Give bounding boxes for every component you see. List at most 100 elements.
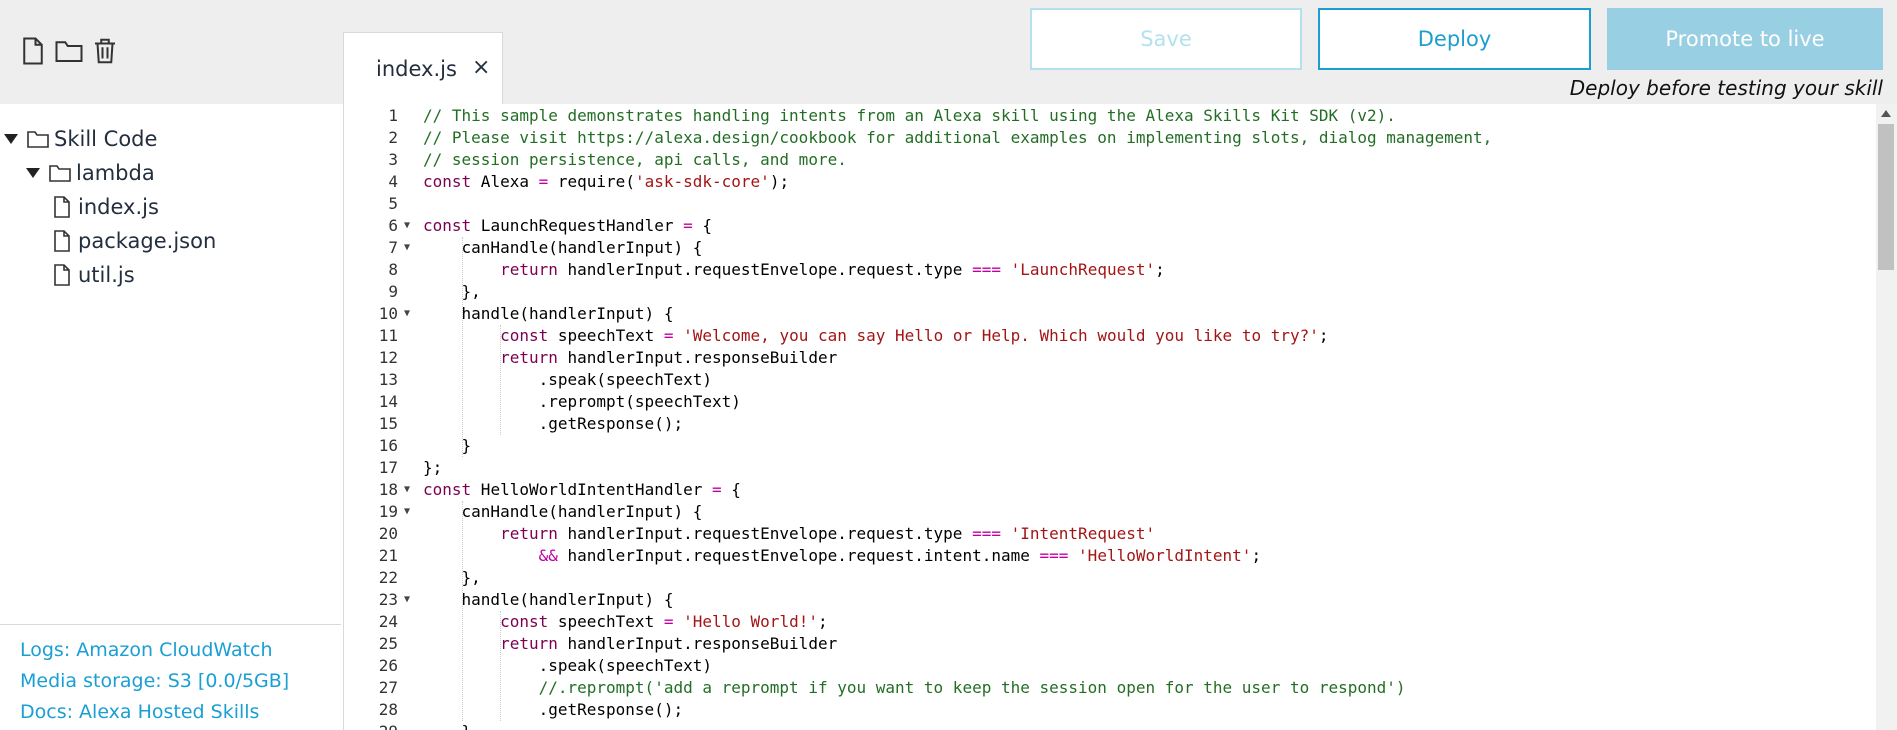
code-text: .speak(speechText) <box>423 370 712 389</box>
indent-guide <box>461 237 463 457</box>
fold-arrow-icon[interactable]: ▼ <box>404 237 410 259</box>
line-number: 18 <box>378 480 398 499</box>
expand-arrow-icon[interactable] <box>4 134 18 144</box>
line-number: 3 <box>388 150 398 169</box>
line-number: 12 <box>378 348 398 367</box>
sidebar-links: Logs: Amazon CloudWatch Media storage: S… <box>0 624 341 728</box>
line-number: 19 <box>378 502 398 521</box>
code-text: return handlerInput.requestEnvelope.requ… <box>500 524 1156 543</box>
code-editor[interactable]: 1 // This sample demonstrates handling in… <box>343 104 1877 730</box>
line-number: 25 <box>378 634 398 653</box>
code-text: //.reprompt('add a reprompt if you want … <box>538 678 1406 697</box>
media-storage-link[interactable]: Media storage: S3 [0.0/5GB] <box>20 666 341 697</box>
fold-arrow-icon[interactable]: ▼ <box>404 215 410 237</box>
save-button[interactable]: Save <box>1030 8 1302 70</box>
file-explorer: Skill Code lambda index.js package.json … <box>0 0 341 730</box>
line-number: 24 <box>378 612 398 631</box>
code-text: return handlerInput.requestEnvelope.requ… <box>500 260 1165 279</box>
deploy-button[interactable]: Deploy <box>1318 8 1591 70</box>
file-icon <box>54 196 70 218</box>
code-text: const speechText = 'Hello World!'; <box>500 612 828 631</box>
tree-item-label: util.js <box>78 263 135 287</box>
docs-link[interactable]: Docs: Alexa Hosted Skills <box>20 697 341 728</box>
line-number: 10 <box>378 304 398 323</box>
code-text: const HelloWorldIntentHandler = { <box>423 480 741 499</box>
fold-arrow-icon[interactable]: ▼ <box>404 589 410 611</box>
code-text: const LaunchRequestHandler = { <box>423 216 712 235</box>
tree-item-package-json[interactable]: package.json <box>50 224 216 258</box>
code-text: // Please visit https://alexa.design/coo… <box>423 128 1493 147</box>
line-number: 14 <box>378 392 398 411</box>
code-text: && handlerInput.requestEnvelope.request.… <box>538 546 1262 565</box>
line-number: 4 <box>388 172 398 191</box>
code-text: canHandle(handlerInput) { <box>423 502 703 521</box>
tree-item-label: package.json <box>78 229 217 253</box>
cloudwatch-logs-link[interactable]: Logs: Amazon CloudWatch <box>20 635 341 666</box>
tab-index-js[interactable]: index.js × <box>343 32 503 104</box>
line-number: 7 <box>388 238 398 257</box>
line-number: 8 <box>388 260 398 279</box>
code-text: // This sample demonstrates handling int… <box>423 106 1396 125</box>
tree-item-lambda[interactable]: lambda <box>26 156 155 190</box>
new-folder-icon[interactable] <box>54 36 84 66</box>
code-text: } <box>423 436 472 455</box>
scroll-thumb[interactable] <box>1878 124 1894 270</box>
code-text: canHandle(handlerInput) { <box>423 238 703 257</box>
line-number: 26 <box>378 656 398 675</box>
file-icon <box>54 264 70 286</box>
new-file-icon[interactable] <box>18 36 48 66</box>
line-number: 15 <box>378 414 398 433</box>
close-tab-icon[interactable]: × <box>472 55 490 80</box>
file-actions-bar <box>0 0 341 104</box>
tab-label: index.js <box>376 57 457 81</box>
code-text: const Alexa = require('ask-sdk-core'); <box>423 172 790 191</box>
code-text: // session persistence, api calls, and m… <box>423 150 847 169</box>
fold-arrow-icon[interactable]: ▼ <box>404 479 410 501</box>
indent-guide <box>500 611 502 721</box>
tree-item-index-js[interactable]: index.js <box>50 190 159 224</box>
trash-icon[interactable] <box>90 36 120 66</box>
code-text: }, <box>423 568 481 587</box>
code-text: }, <box>423 282 481 301</box>
tree-item-util-js[interactable]: util.js <box>50 258 135 292</box>
indent-guide <box>500 325 502 435</box>
tree-item-label: index.js <box>78 195 159 219</box>
line-number: 11 <box>378 326 398 345</box>
deploy-note: Deploy before testing your skill <box>1569 76 1883 100</box>
expand-arrow-icon[interactable] <box>26 168 40 178</box>
tree-item-label: lambda <box>76 161 155 185</box>
line-number: 29 <box>344 721 398 730</box>
line-number: 22 <box>378 568 398 587</box>
folder-icon <box>27 131 49 148</box>
line-number: 17 <box>378 458 398 477</box>
promote-to-live-button[interactable]: Promote to live <box>1607 8 1883 70</box>
code-text: .reprompt(speechText) <box>423 392 741 411</box>
line-number: 16 <box>378 436 398 455</box>
file-icon <box>54 230 70 252</box>
line-number: 27 <box>378 678 398 697</box>
line-number: 28 <box>378 700 398 719</box>
line-number: 23 <box>378 590 398 609</box>
line-number: 20 <box>378 524 398 543</box>
code-text: .speak(speechText) <box>423 656 712 675</box>
editor-scrollbar[interactable] <box>1876 104 1897 730</box>
code-text: } <box>423 721 472 730</box>
code-text: return handlerInput.responseBuilder <box>500 348 838 367</box>
line-number: 9 <box>388 282 398 301</box>
code-text: const speechText = 'Welcome, you can say… <box>500 326 1329 345</box>
tree-item-label: Skill Code <box>54 127 158 151</box>
line-number: 5 <box>388 194 398 213</box>
fold-arrow-icon[interactable]: ▼ <box>404 303 410 325</box>
code-text: }; <box>423 458 443 477</box>
line-number: 13 <box>378 370 398 389</box>
folder-icon <box>49 165 71 182</box>
line-number: 1 <box>388 106 398 125</box>
scroll-up-icon[interactable] <box>1881 110 1891 117</box>
tree-item-skill-code[interactable]: Skill Code <box>4 122 157 156</box>
indent-guide <box>461 501 463 721</box>
line-number: 2 <box>388 128 398 147</box>
line-number: 6 <box>388 216 398 235</box>
code-text: return handlerInput.responseBuilder <box>500 634 838 653</box>
fold-arrow-icon[interactable]: ▼ <box>404 501 410 523</box>
line-number: 21 <box>378 546 398 565</box>
